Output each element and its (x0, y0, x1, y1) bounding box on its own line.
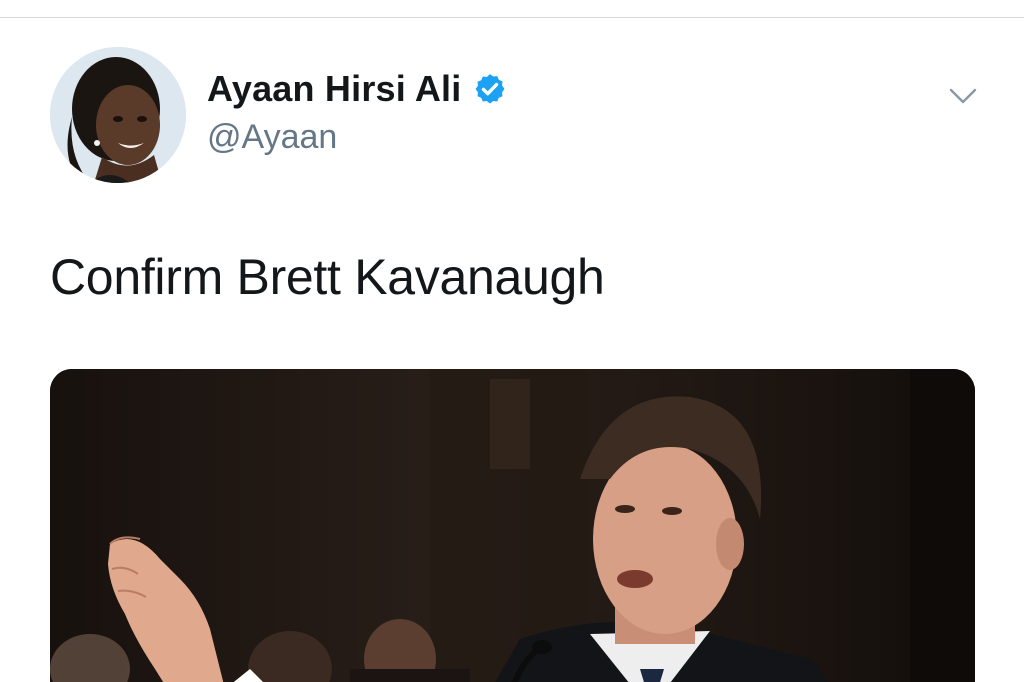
tweet-text: Confirm Brett Kavanaugh (50, 249, 605, 305)
media-image (50, 369, 975, 682)
verified-badge-icon (473, 72, 507, 106)
author-handle[interactable]: @Ayaan (207, 118, 337, 157)
tweet-page: Ayaan Hirsi Ali @Ayaan Confirm Brett Kav… (0, 0, 1024, 682)
author-display-name[interactable]: Ayaan Hirsi Ali (207, 68, 461, 110)
author-display-name-row[interactable]: Ayaan Hirsi Ali (207, 68, 507, 110)
top-divider (0, 17, 1024, 18)
tweet-media-photo[interactable] (50, 369, 975, 682)
avatar[interactable] (50, 47, 186, 183)
avatar-image (50, 47, 186, 183)
chevron-down-icon[interactable] (944, 82, 982, 110)
